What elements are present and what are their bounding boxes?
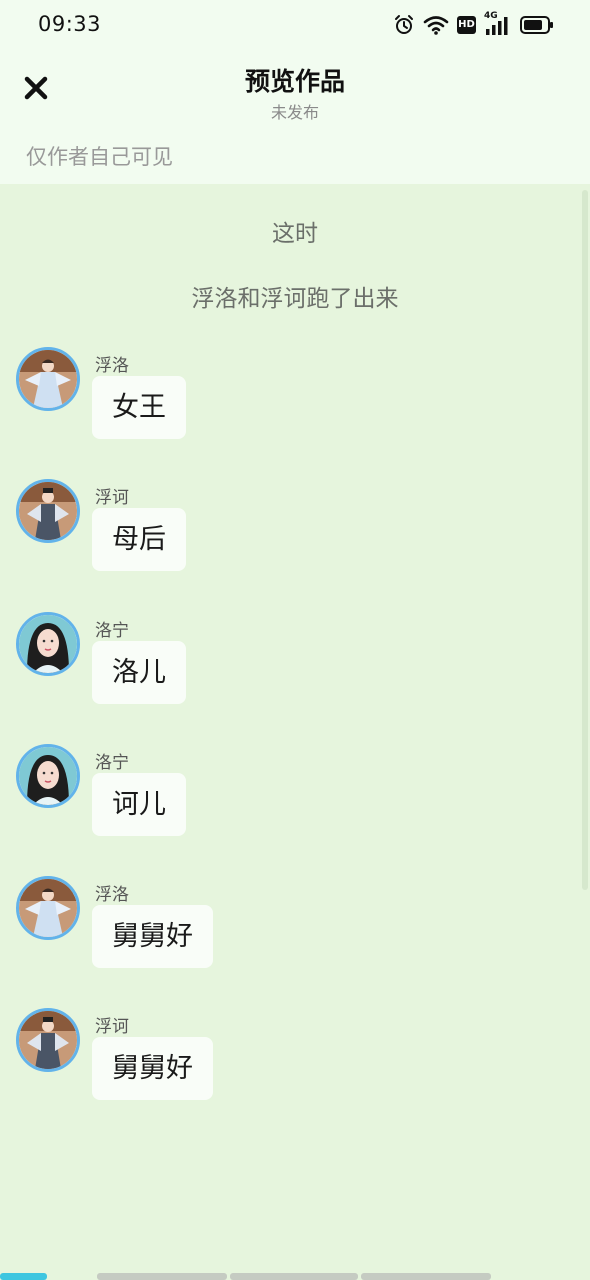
chat-message: 浮洛 舅舅好 (0, 876, 560, 986)
boy-hanfu-avatar-icon (19, 482, 77, 540)
sender-name: 浮诃 (95, 488, 129, 508)
bottom-progress-bar (0, 1273, 590, 1280)
message-bubble[interactable]: 诃儿 (92, 773, 186, 836)
chat-message: 洛宁 诃儿 (0, 744, 560, 854)
narration-text: 浮洛和浮诃跑了出来 (191, 286, 399, 312)
avatar[interactable] (16, 347, 80, 411)
message-bubble[interactable]: 舅舅好 (92, 1037, 213, 1100)
sender-name: 浮洛 (95, 885, 129, 905)
top-area: 09:33 HD 4G 预览作品 未发布 仅作者自己可见 (0, 0, 590, 184)
status-bar: 09:33 HD 4G (0, 0, 590, 52)
woman-portrait-avatar-icon (19, 615, 77, 673)
page-title: 预览作品 (244, 67, 345, 96)
sender-name: 浮诃 (95, 1017, 129, 1037)
boy-hanfu-avatar-icon (19, 1011, 77, 1069)
avatar[interactable] (16, 744, 80, 808)
avatar[interactable] (16, 876, 80, 940)
battery-icon (520, 15, 554, 35)
status-time: 09:33 (38, 12, 102, 36)
sender-name: 洛宁 (95, 753, 129, 773)
avatar[interactable] (16, 612, 80, 676)
narration-text: 这时 (272, 221, 318, 247)
chat-area[interactable]: 这时 浮洛和浮诃跑了出来 浮洛 女王 浮诃 母后 洛宁 洛儿 洛宁 诃儿 浮洛 … (0, 184, 590, 1274)
progress-segment (97, 1273, 227, 1280)
girl-hanfu-avatar-icon (19, 879, 77, 937)
girl-hanfu-avatar-icon (19, 350, 77, 408)
page-subtitle: 未发布 (270, 103, 319, 122)
avatar[interactable] (16, 1008, 80, 1072)
progress-segment (230, 1273, 358, 1280)
message-bubble[interactable]: 洛儿 (92, 641, 186, 704)
chat-message: 浮诃 舅舅好 (0, 1008, 560, 1118)
status-icons: HD 4G (393, 11, 554, 36)
chat-message: 洛宁 洛儿 (0, 612, 560, 722)
scrollbar[interactable] (582, 190, 588, 890)
chat-message: 浮诃 母后 (0, 479, 560, 589)
progress-segment (361, 1273, 491, 1280)
progress-segment-active (0, 1273, 47, 1280)
woman-portrait-avatar-icon (19, 747, 77, 805)
avatar[interactable] (16, 479, 80, 543)
header: 预览作品 未发布 (0, 52, 590, 132)
sender-name: 洛宁 (95, 621, 129, 641)
alarm-icon (393, 14, 415, 36)
sender-name: 浮洛 (95, 356, 129, 376)
4g-signal-icon: 4G (484, 11, 512, 35)
chat-message: 浮洛 女王 (0, 347, 560, 457)
message-bubble[interactable]: 舅舅好 (92, 905, 213, 968)
hd-icon: HD (457, 16, 476, 34)
message-bubble[interactable]: 女王 (92, 376, 186, 439)
message-bubble[interactable]: 母后 (92, 508, 186, 571)
wifi-icon (423, 14, 449, 36)
visibility-note: 仅作者自己可见 (26, 145, 173, 169)
